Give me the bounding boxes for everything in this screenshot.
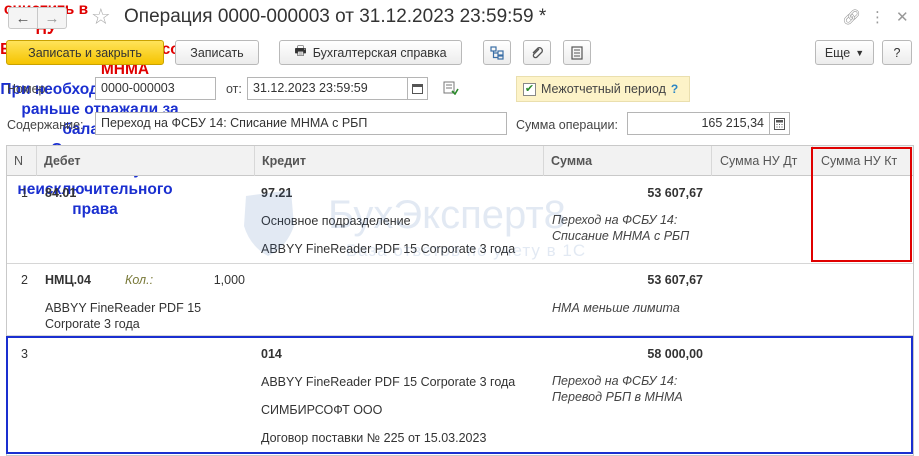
row-number: 1 <box>21 186 28 200</box>
column-header-sum[interactable]: Сумма <box>544 146 712 176</box>
date-label: от: <box>226 82 242 96</box>
debit-subconto: ABBYY FineReader PDF 15 <box>45 301 202 315</box>
more-vertical-icon[interactable]: ⋮ <box>870 8 885 26</box>
content-label: Содержание: <box>7 118 84 132</box>
interim-period-checkbox[interactable]: ✔ Межотчетный период ? <box>516 76 690 102</box>
calculator-icon[interactable] <box>770 112 790 135</box>
calendar-icon[interactable] <box>408 77 428 100</box>
operation-sum-label: Сумма операции: <box>516 118 618 132</box>
more-button[interactable]: Еще ▼ <box>815 40 874 65</box>
help-button[interactable]: ? <box>882 40 912 65</box>
row-number: 2 <box>21 273 28 287</box>
operation-sum-input[interactable]: 165 215,34 <box>627 112 770 135</box>
checkmark-icon: ✔ <box>523 82 536 96</box>
accounting-reference-label: Бухгалтерская справка <box>312 45 447 60</box>
save-button[interactable]: Записать <box>175 40 259 65</box>
post-document-icon[interactable] <box>443 80 459 98</box>
document-list-icon[interactable] <box>563 40 591 65</box>
interim-period-label: Межотчетный период <box>541 82 666 96</box>
debit-account: 84.01 <box>45 186 77 200</box>
quantity-value: 1,000 <box>213 273 245 287</box>
save-and-close-button[interactable]: Записать и закрыть <box>6 40 164 65</box>
arrow-right-icon: → <box>44 9 60 27</box>
annotation-blue-box <box>6 336 913 454</box>
debit-subconto: Corporate 3 года <box>45 317 140 331</box>
credit-account: 97.21 <box>261 186 293 200</box>
column-header-debit[interactable]: Дебет <box>37 146 255 176</box>
structure-icon[interactable] <box>483 40 511 65</box>
row-comment: Переход на ФСБУ 14: <box>552 213 678 227</box>
table-row[interactable]: 1 84.01 97.21 Основное подразделение ABB… <box>7 177 913 264</box>
chevron-down-icon: ▼ <box>855 47 865 58</box>
attachment-icon[interactable] <box>523 40 551 65</box>
column-header-n[interactable]: N <box>7 146 37 176</box>
date-input[interactable]: 31.12.2023 23:59:59 <box>247 77 408 100</box>
row-comment: Списание МНМА с РБП <box>552 229 690 243</box>
accounting-reference-button[interactable]: 🖶︎ Бухгалтерская справка <box>279 40 462 65</box>
favorite-star-icon[interactable]: ☆ <box>91 5 111 29</box>
annotation-red-box <box>811 147 912 262</box>
credit-subconto: Основное подразделение <box>261 214 411 228</box>
debit-account: НМЦ.04 <box>45 273 91 287</box>
row-sum: 53 607,67 <box>647 273 703 287</box>
window-title: Операция 0000-000003 от 31.12.2023 23:59… <box>124 6 547 27</box>
forward-button[interactable]: → <box>37 7 67 29</box>
quantity-label: Кол.: <box>125 273 154 287</box>
interim-help-icon[interactable]: ? <box>671 82 678 96</box>
help-icon: ? <box>893 45 901 60</box>
credit-subconto: ABBYY FineReader PDF 15 Corporate 3 года <box>261 242 516 256</box>
row-comment: НМА меньше лимита <box>552 301 680 315</box>
column-header-sum-nu-dt[interactable]: Сумма НУ Дт <box>712 146 813 176</box>
back-button[interactable]: ← <box>8 7 38 29</box>
table-row[interactable]: 2 НМЦ.04 Кол.: 1,000 ABBYY FineReader PD… <box>7 264 913 336</box>
print-icon: 🖶︎ <box>294 42 307 58</box>
close-icon[interactable]: ✕ <box>896 8 909 26</box>
more-label: Еще <box>824 45 851 60</box>
link-icon[interactable]: 🔗︎ <box>842 8 861 26</box>
row-sum: 53 607,67 <box>647 186 703 200</box>
arrow-left-icon: ← <box>15 9 31 27</box>
table-header: N Дебет Кредит Сумма Сумма НУ Дт Сумма Н… <box>7 146 913 176</box>
content-input[interactable]: Переход на ФСБУ 14: Списание МНМА с РБП <box>95 112 507 135</box>
number-input[interactable]: 0000-000003 <box>95 77 216 100</box>
title-bar: ← → ☆ Операция 0000-000003 от 31.12.2023… <box>0 0 919 36</box>
number-label: Номер: <box>7 82 49 96</box>
column-header-credit[interactable]: Кредит <box>255 146 544 176</box>
